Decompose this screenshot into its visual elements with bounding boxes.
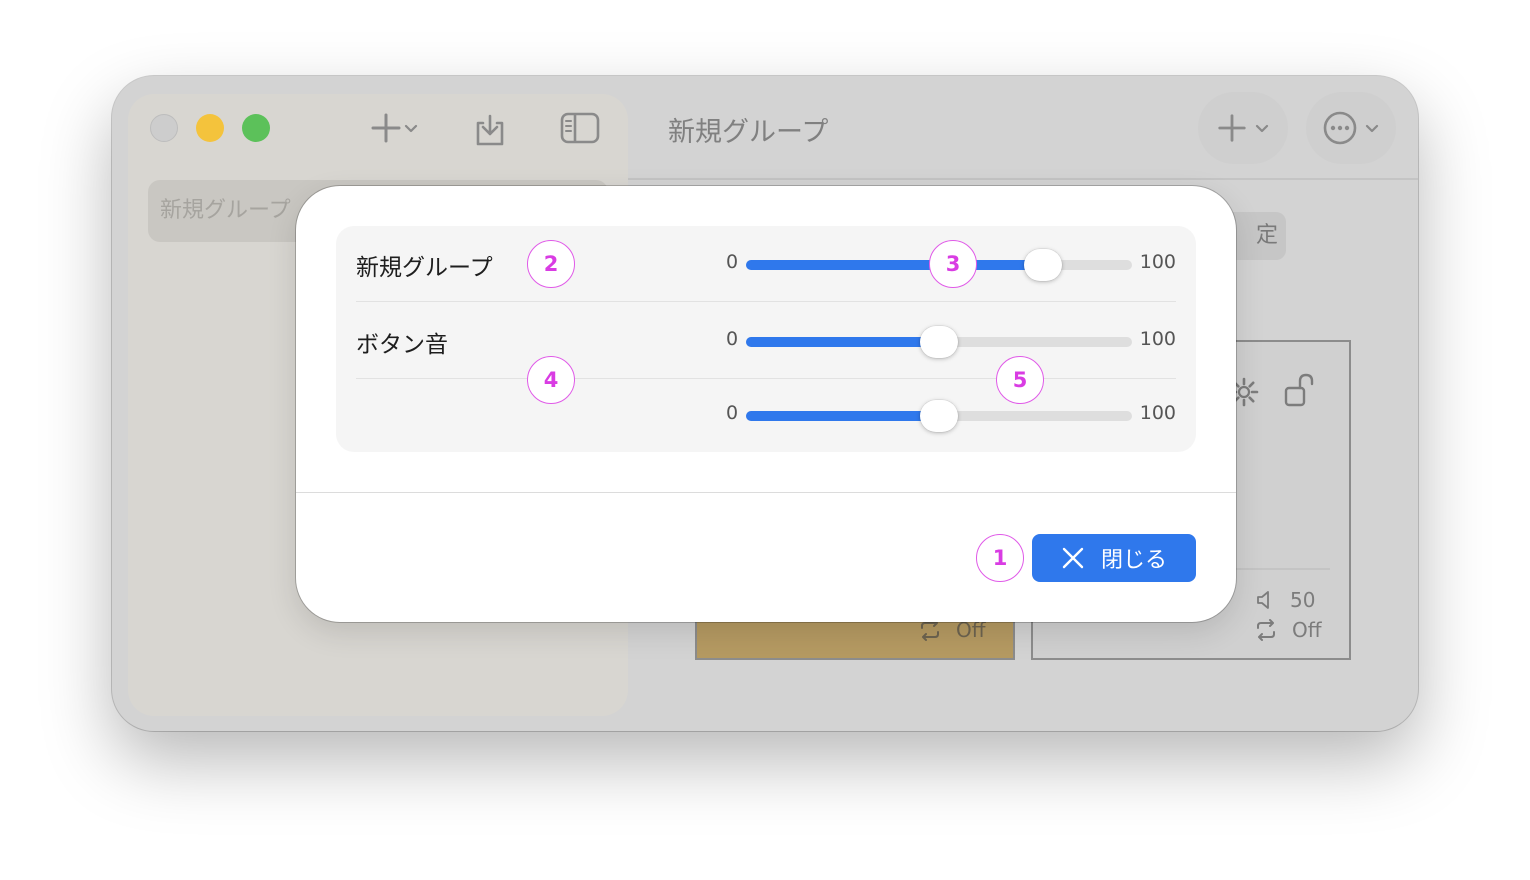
- slider-fill: [746, 411, 939, 421]
- slider-fill: [746, 260, 1044, 270]
- slider-max-label: 100: [1139, 251, 1176, 273]
- sidebar-toggle-icon: [560, 112, 600, 144]
- plus-icon: [1218, 114, 1246, 142]
- slider-thumb[interactable]: [920, 326, 958, 358]
- volume-status-text: 50: [1290, 588, 1316, 612]
- chevron-down-icon: [404, 124, 418, 133]
- slider-track[interactable]: [746, 400, 1132, 432]
- card-lock-button[interactable]: [1280, 370, 1320, 410]
- sidebar-toggle-button[interactable]: [558, 110, 602, 146]
- slider-min-label: 0: [726, 251, 739, 273]
- annotation-badge: 3: [929, 240, 977, 288]
- page-title: 新規グループ: [668, 117, 829, 148]
- close-button-label: 閉じる: [1100, 547, 1167, 572]
- close-x-icon: [1062, 547, 1084, 569]
- slider-min-label: 0: [726, 328, 739, 350]
- repeat-icon: [1257, 619, 1275, 641]
- repeat-icon: [921, 619, 939, 641]
- slider-thumb[interactable]: [920, 400, 958, 432]
- annotation-badge: 2: [527, 240, 575, 288]
- minimize-window-button[interactable]: [196, 114, 224, 142]
- volume-status: 50: [1254, 588, 1315, 612]
- ellipsis-circle-icon: [1323, 111, 1357, 145]
- more-options-button[interactable]: [1306, 92, 1396, 164]
- slider-min-label: 0: [726, 402, 739, 424]
- close-window-button[interactable]: [150, 114, 178, 142]
- annotation-badge: 5: [996, 356, 1044, 404]
- slider-thumb[interactable]: [1024, 249, 1063, 281]
- add-item-button[interactable]: [1198, 92, 1288, 164]
- toolbar-divider: [628, 178, 1418, 180]
- download-tray-icon: [476, 114, 504, 146]
- plus-icon: [371, 113, 401, 143]
- repeat-status: Off: [1254, 618, 1322, 642]
- unlock-icon: [1284, 373, 1314, 407]
- annotation-badge: 4: [527, 356, 575, 404]
- slider-track[interactable]: [746, 326, 1132, 358]
- volume-panel: 新規グループ 0 100 ボタン音 0 100 0 100: [336, 226, 1196, 452]
- annotation-badge: 1: [976, 534, 1024, 582]
- chevron-down-icon: [1255, 124, 1269, 133]
- slider-max-label: 100: [1139, 328, 1176, 350]
- footer-divider: [296, 492, 1236, 493]
- row-divider: [356, 301, 1176, 302]
- button-sound-slider[interactable]: 0 100: [722, 326, 1176, 358]
- row-divider: [356, 378, 1176, 379]
- volume-dialog: 新規グループ 0 100 ボタン音 0 100 0 100 閉じる: [296, 186, 1236, 622]
- button-sound-label: ボタン音: [356, 332, 448, 358]
- volume-slider[interactable]: 0 100: [722, 400, 1176, 432]
- speaker-icon: [1257, 591, 1269, 609]
- close-button[interactable]: 閉じる: [1032, 534, 1196, 582]
- maximize-window-button[interactable]: [242, 114, 270, 142]
- add-menu-button[interactable]: [364, 108, 424, 148]
- download-button[interactable]: [470, 110, 510, 150]
- repeat-status-text: Off: [1292, 618, 1322, 642]
- slider-fill: [746, 337, 939, 347]
- slider-max-label: 100: [1139, 402, 1176, 424]
- chevron-down-icon: [1365, 124, 1379, 133]
- group-volume-label: 新規グループ: [356, 255, 493, 281]
